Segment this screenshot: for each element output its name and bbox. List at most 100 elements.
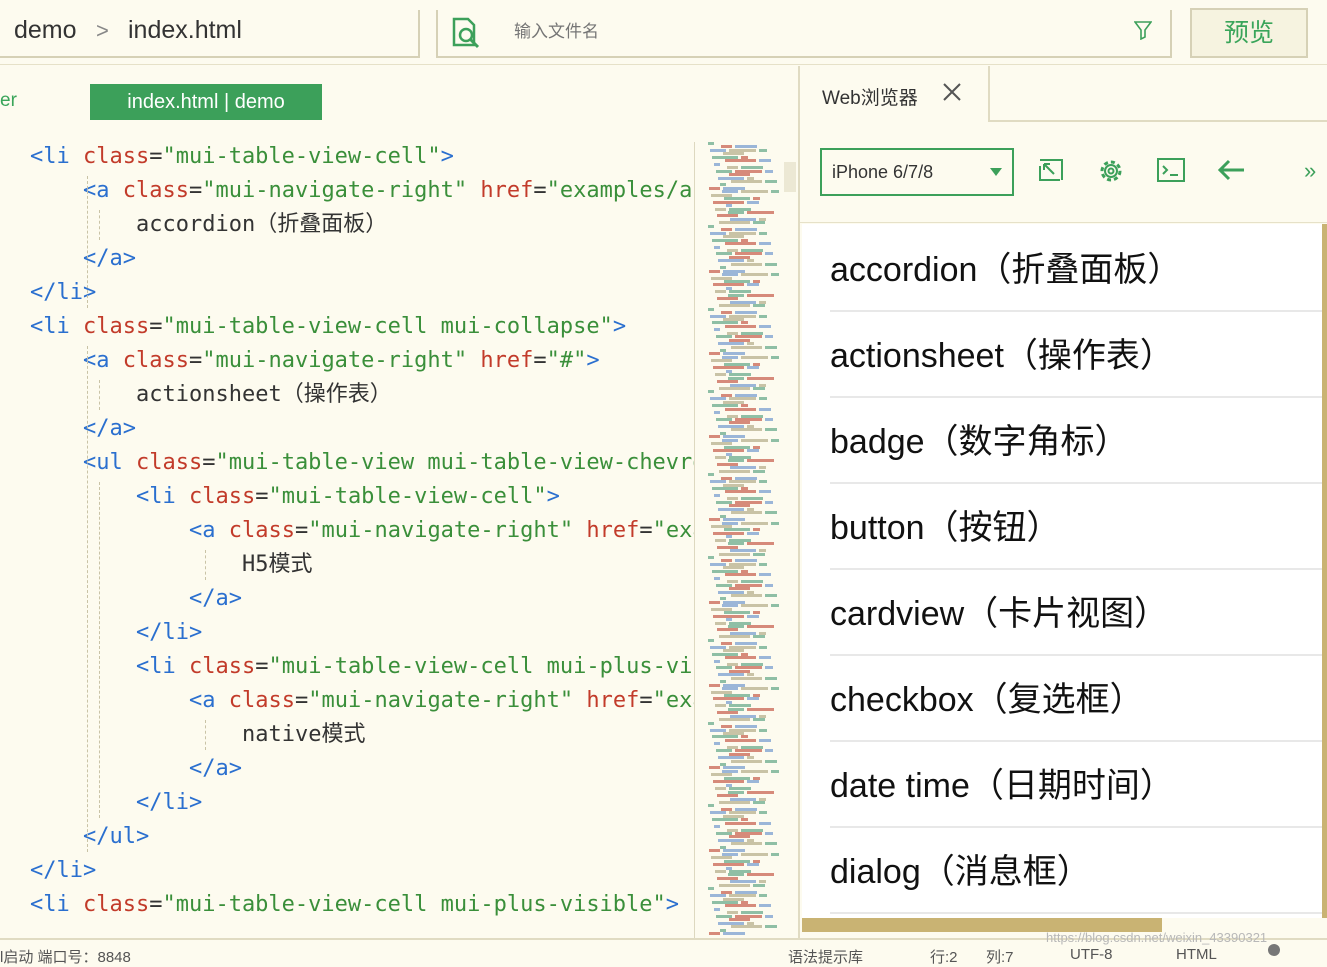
editor-scrollbar-thumb[interactable] <box>784 162 796 192</box>
code-line[interactable]: </a> <box>0 242 694 276</box>
code-token: </li> <box>136 620 203 645</box>
code-token: <a <box>83 348 123 373</box>
minimap-bar <box>719 304 750 308</box>
list-item[interactable]: cardview（卡片视图） <box>830 568 1322 656</box>
phone-viewport[interactable]: accordion（折叠面板） actionsheet（操作表） badge（数字角… <box>802 224 1322 918</box>
code-area[interactable]: <li class="mui-table-view-cell"> <a class… <box>0 140 694 938</box>
gear-icon[interactable] <box>1096 156 1126 190</box>
tab-web-browser[interactable]: Web浏览器 <box>800 66 990 122</box>
minimap-bar <box>708 224 714 228</box>
code-line[interactable]: H5模式 <box>0 548 694 582</box>
minimap-bar <box>759 811 767 815</box>
minimap[interactable] <box>708 142 784 936</box>
code-line[interactable]: </li> <box>0 786 694 820</box>
code-line[interactable]: <li class="mui-table-view-cell mui-plus-… <box>0 650 694 684</box>
file-search-box[interactable] <box>436 10 1172 58</box>
code-line[interactable]: </a> <box>0 582 694 616</box>
code-line[interactable]: </li> <box>0 276 694 310</box>
code-token: "mui-navigate-right" <box>308 518 574 543</box>
cursor-col: 列:7 <box>986 949 1014 966</box>
open-external-icon[interactable] <box>1036 156 1066 188</box>
code-line[interactable]: <a class="mui-navigate-right" href="#"> <box>0 344 694 378</box>
minimap-bar <box>731 593 762 597</box>
minimap-bar <box>725 573 756 577</box>
code-line[interactable]: actionsheet（操作表） <box>0 378 694 412</box>
notification-dot-icon[interactable] <box>1268 944 1280 956</box>
code-line[interactable]: <ul class="mui-table-view mui-table-view… <box>0 446 694 480</box>
minimap-bar <box>741 852 768 856</box>
breadcrumb-file[interactable]: index.html <box>128 16 242 45</box>
list-item[interactable]: actionsheet（操作表） <box>830 310 1322 398</box>
breadcrumb-project[interactable]: demo <box>14 16 77 45</box>
editor-tab-active[interactable]: index.html | demo <box>90 84 322 120</box>
code-token: accordion（折叠面板） <box>136 212 388 237</box>
code-line[interactable]: <a class="mui-navigate-right" href="exa <box>0 514 694 548</box>
minimap-bar <box>759 324 771 328</box>
code-line[interactable]: <li class="mui-table-view-cell"> <box>0 140 694 174</box>
minimap-bar <box>741 604 768 608</box>
list-item-label: button（按钮） <box>830 509 1061 547</box>
minimap-bar <box>719 386 750 390</box>
code-line[interactable]: </a> <box>0 752 694 786</box>
code-line[interactable]: </ul> <box>0 820 694 854</box>
minimap-bar <box>765 749 773 753</box>
language-mode[interactable]: HTML <box>1176 946 1217 963</box>
editor-tab-partial[interactable]: er <box>0 90 17 112</box>
code-line[interactable]: <li class="mui-table-view-cell mui-colla… <box>0 310 694 344</box>
minimap-bar <box>765 345 777 349</box>
minimap-bar <box>765 418 773 421</box>
list-item[interactable]: button（按钮） <box>830 482 1322 570</box>
encoding[interactable]: UTF-8 <box>1070 946 1113 963</box>
code-line[interactable]: </li> <box>0 616 694 650</box>
code-line[interactable]: native模式 <box>0 718 694 752</box>
list-item[interactable]: accordion（折叠面板） <box>830 224 1322 312</box>
minimap-bar <box>719 552 750 556</box>
code-line[interactable]: </li> <box>0 854 694 888</box>
minimap-bar <box>731 842 762 846</box>
code-token: = <box>639 518 653 543</box>
code-line[interactable]: <a class="mui-navigate-right" href="exam… <box>0 174 694 208</box>
list-item[interactable]: badge（数字角标） <box>830 396 1322 484</box>
arrow-left-icon[interactable] <box>1216 156 1246 188</box>
code-line[interactable]: <a class="mui-navigate-right" href="exa <box>0 684 694 718</box>
code-line[interactable]: </a> <box>0 412 694 446</box>
list-item[interactable]: dialog（消息框） <box>830 826 1322 914</box>
minimap-bar <box>771 521 779 525</box>
list-item[interactable]: checkbox（复选框） <box>830 654 1322 742</box>
preview-button[interactable]: 预览 <box>1190 8 1308 58</box>
list-item-label: date time（日期时间） <box>830 767 1174 805</box>
code-token: "mui-table-view mui-table-view-chevro <box>215 450 694 475</box>
minimap-bar <box>725 407 756 411</box>
code-token: class <box>82 314 150 339</box>
file-search-icon[interactable] <box>448 16 484 54</box>
minimap-bar <box>714 328 720 332</box>
code-line[interactable]: <li class="mui-table-view-cell mui-plus-… <box>0 888 694 922</box>
code-line[interactable]: <li class="mui-table-view-cell"> <box>0 480 694 514</box>
code-token: class <box>188 654 256 679</box>
minimap-bar <box>708 556 714 559</box>
more-icon[interactable]: » <box>1304 158 1316 184</box>
minimap-bar <box>719 800 750 804</box>
filter-icon[interactable] <box>1133 20 1153 44</box>
minimap-bar <box>771 769 779 773</box>
minimap-bar <box>765 262 777 266</box>
file-search-input[interactable] <box>514 22 1014 42</box>
viewport-scrollbar[interactable] <box>1322 224 1327 918</box>
minimap-bar <box>753 552 765 556</box>
minimap-bar <box>765 593 777 597</box>
syntax-hint-library[interactable]: 语法提示库 <box>788 946 863 967</box>
code-token: </a> <box>83 246 136 271</box>
close-icon[interactable] <box>940 80 964 108</box>
minimap-bar <box>771 852 779 856</box>
minimap-bar <box>708 638 714 642</box>
minimap-bar <box>714 493 720 497</box>
code-line[interactable]: accordion（折叠面板） <box>0 208 694 242</box>
code-token: actionsheet（操作表） <box>136 382 392 407</box>
top-toolbar: demo > index.html 预览 <box>0 0 1327 65</box>
device-select[interactable]: iPhone 6/7/8 <box>820 148 1014 196</box>
list-item[interactable]: date time（日期时间） <box>830 740 1322 828</box>
console-icon[interactable] <box>1156 156 1186 188</box>
minimap-bar <box>765 511 777 515</box>
minimap-bar <box>759 904 771 908</box>
